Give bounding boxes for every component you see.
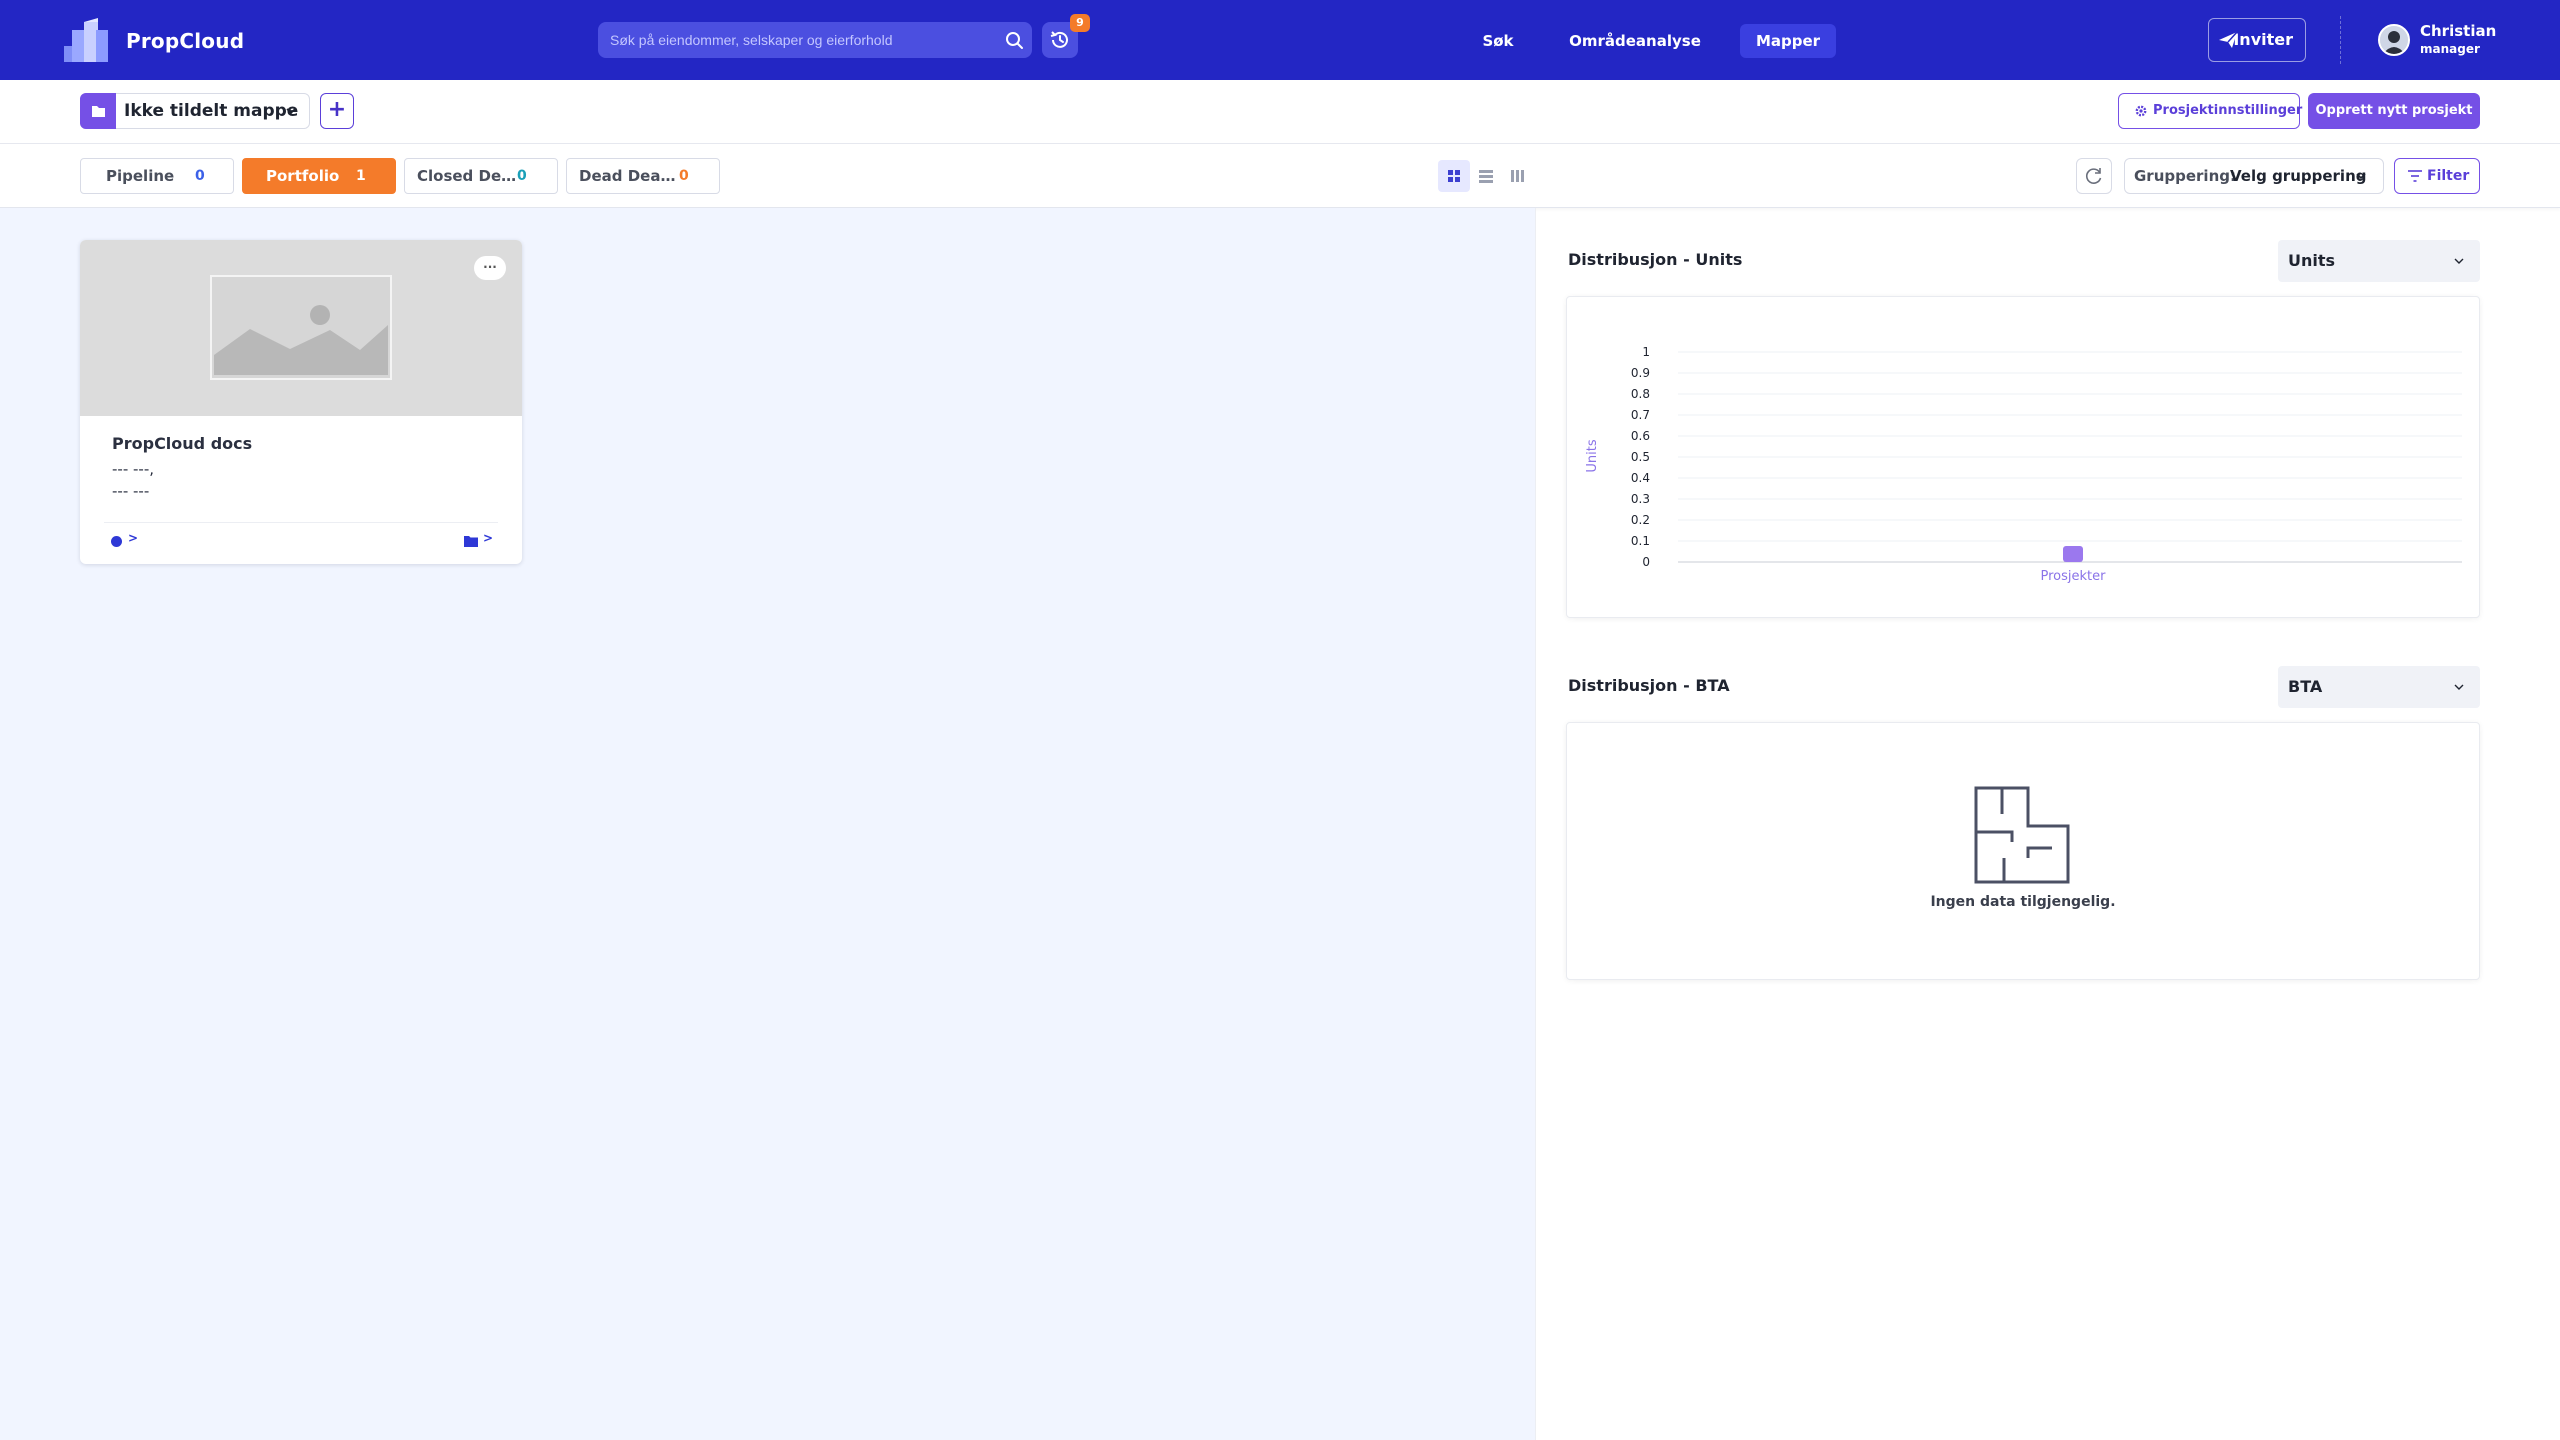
grid-view-button[interactable] <box>1438 160 1470 192</box>
create-project-button[interactable]: Opprett nytt prosjekt <box>2308 93 2480 129</box>
card-menu-button[interactable]: ··· <box>474 256 506 280</box>
tab-count: 0 <box>517 168 527 184</box>
user-avatar[interactable] <box>2378 24 2410 56</box>
tab-label: Closed De… <box>417 167 517 185</box>
nav-link-sok[interactable]: Søk <box>1470 24 1526 58</box>
units-metric-select[interactable]: Units <box>2278 240 2480 282</box>
bta-metric-select[interactable]: BTA <box>2278 666 2480 708</box>
header-divider <box>2340 16 2341 64</box>
list-view-button[interactable] <box>1470 160 1502 192</box>
y-tick-label: 0.8 <box>1631 387 1650 401</box>
y-tick-label: 0.5 <box>1631 450 1650 464</box>
pane-divider <box>1535 208 1536 1440</box>
no-data-message: Ingen data tilgjengelig. <box>1930 894 2116 910</box>
brand-name[interactable]: PropCloud <box>126 26 244 56</box>
floorplan-icon <box>1974 786 2070 884</box>
user-role: manager <box>2420 42 2480 56</box>
grouping-label: Gruppering: <box>2134 167 2236 185</box>
refresh-button[interactable] <box>2076 158 2112 194</box>
columns-view-icon <box>1511 170 1524 182</box>
card-divider <box>104 522 498 523</box>
user-name[interactable]: Christian <box>2420 22 2496 40</box>
refresh-icon <box>2085 168 2102 184</box>
status-dot-icon[interactable] <box>111 536 122 547</box>
x-tick-label: Prosjekter <box>2041 569 2107 584</box>
y-tick-label: 0.3 <box>1631 492 1650 506</box>
y-tick-label: 0.4 <box>1631 471 1650 485</box>
invite-label: Inviter <box>2233 30 2293 49</box>
folder-name[interactable]: Ikke tildelt mappe <box>124 93 298 129</box>
tab-count: 0 <box>679 168 689 184</box>
folder-icon[interactable] <box>464 535 478 547</box>
filter-icon <box>2408 170 2422 182</box>
nav-link-omradeanalyse[interactable]: Områdeanalyse <box>1564 24 1706 58</box>
units-distribution-title: Distribusjon - Units <box>1568 250 1743 269</box>
user-avatar-icon <box>2380 26 2408 54</box>
chevron-down-icon[interactable] <box>2452 680 2466 694</box>
tab-dead-deals[interactable]: Dead Dea… 0 <box>566 158 720 194</box>
tab-label: Pipeline <box>106 167 175 185</box>
grouping-value[interactable]: Velg gruppering <box>2230 158 2366 194</box>
propcloud-logo-icon[interactable] <box>62 16 122 64</box>
image-placeholder-icon <box>210 275 392 380</box>
y-tick-label: 0.7 <box>1631 408 1650 422</box>
tab-pipeline[interactable]: Pipeline 0 <box>80 158 234 194</box>
tab-portfolio[interactable]: Portfolio 1 <box>242 158 396 194</box>
history-count-badge: 9 <box>1070 14 1090 32</box>
y-tick-label: 0.9 <box>1631 366 1650 380</box>
y-tick-label: 0.2 <box>1631 513 1650 527</box>
tab-count: 0 <box>195 168 205 184</box>
folder-icon <box>92 106 105 117</box>
tab-label: Portfolio <box>266 167 340 185</box>
top-navigation-bar <box>0 0 2560 80</box>
y-tick-label: 1 <box>1642 345 1650 359</box>
chevron-down-icon[interactable] <box>2452 254 2466 268</box>
folder-arrow[interactable]: > <box>483 531 493 545</box>
tab-count: 1 <box>356 168 366 184</box>
grid-view-icon <box>1448 170 1460 182</box>
bta-distribution-title: Distribusjon - BTA <box>1568 676 1730 695</box>
project-address: --- ---, <box>112 460 155 478</box>
tab-closed-deals[interactable]: Closed De… 0 <box>404 158 558 194</box>
list-view-icon <box>1479 170 1493 183</box>
add-folder-button[interactable]: + <box>320 93 354 129</box>
search-icon[interactable] <box>996 22 1032 58</box>
y-tick-label: 0 <box>1642 555 1650 569</box>
search-input[interactable] <box>598 22 1032 58</box>
chevron-down-icon[interactable] <box>284 104 298 118</box>
project-location: --- --- <box>112 482 150 500</box>
y-tick-label: 0.6 <box>1631 429 1650 443</box>
y-axis-label: Units <box>1585 439 1600 472</box>
folder-badge <box>80 93 116 129</box>
columns-view-button[interactable] <box>1502 160 1534 192</box>
nav-link-mapper[interactable]: Mapper <box>1740 24 1836 58</box>
tab-label: Dead Dea… <box>579 167 676 185</box>
status-arrow[interactable]: > <box>128 531 138 545</box>
y-tick-label: 0.1 <box>1631 534 1650 548</box>
units-bar-chart: 1 0.9 0.8 0.7 0.6 0.5 0.4 0.3 0.2 0.1 0 Prosjekter… <box>1585 345 2462 584</box>
project-title[interactable]: PropCloud docs <box>112 434 252 453</box>
gear-icon <box>2135 105 2147 117</box>
send-icon <box>2219 31 2238 48</box>
chevron-down-icon[interactable] <box>2354 169 2368 183</box>
bar[interactable] <box>2063 546 2083 562</box>
